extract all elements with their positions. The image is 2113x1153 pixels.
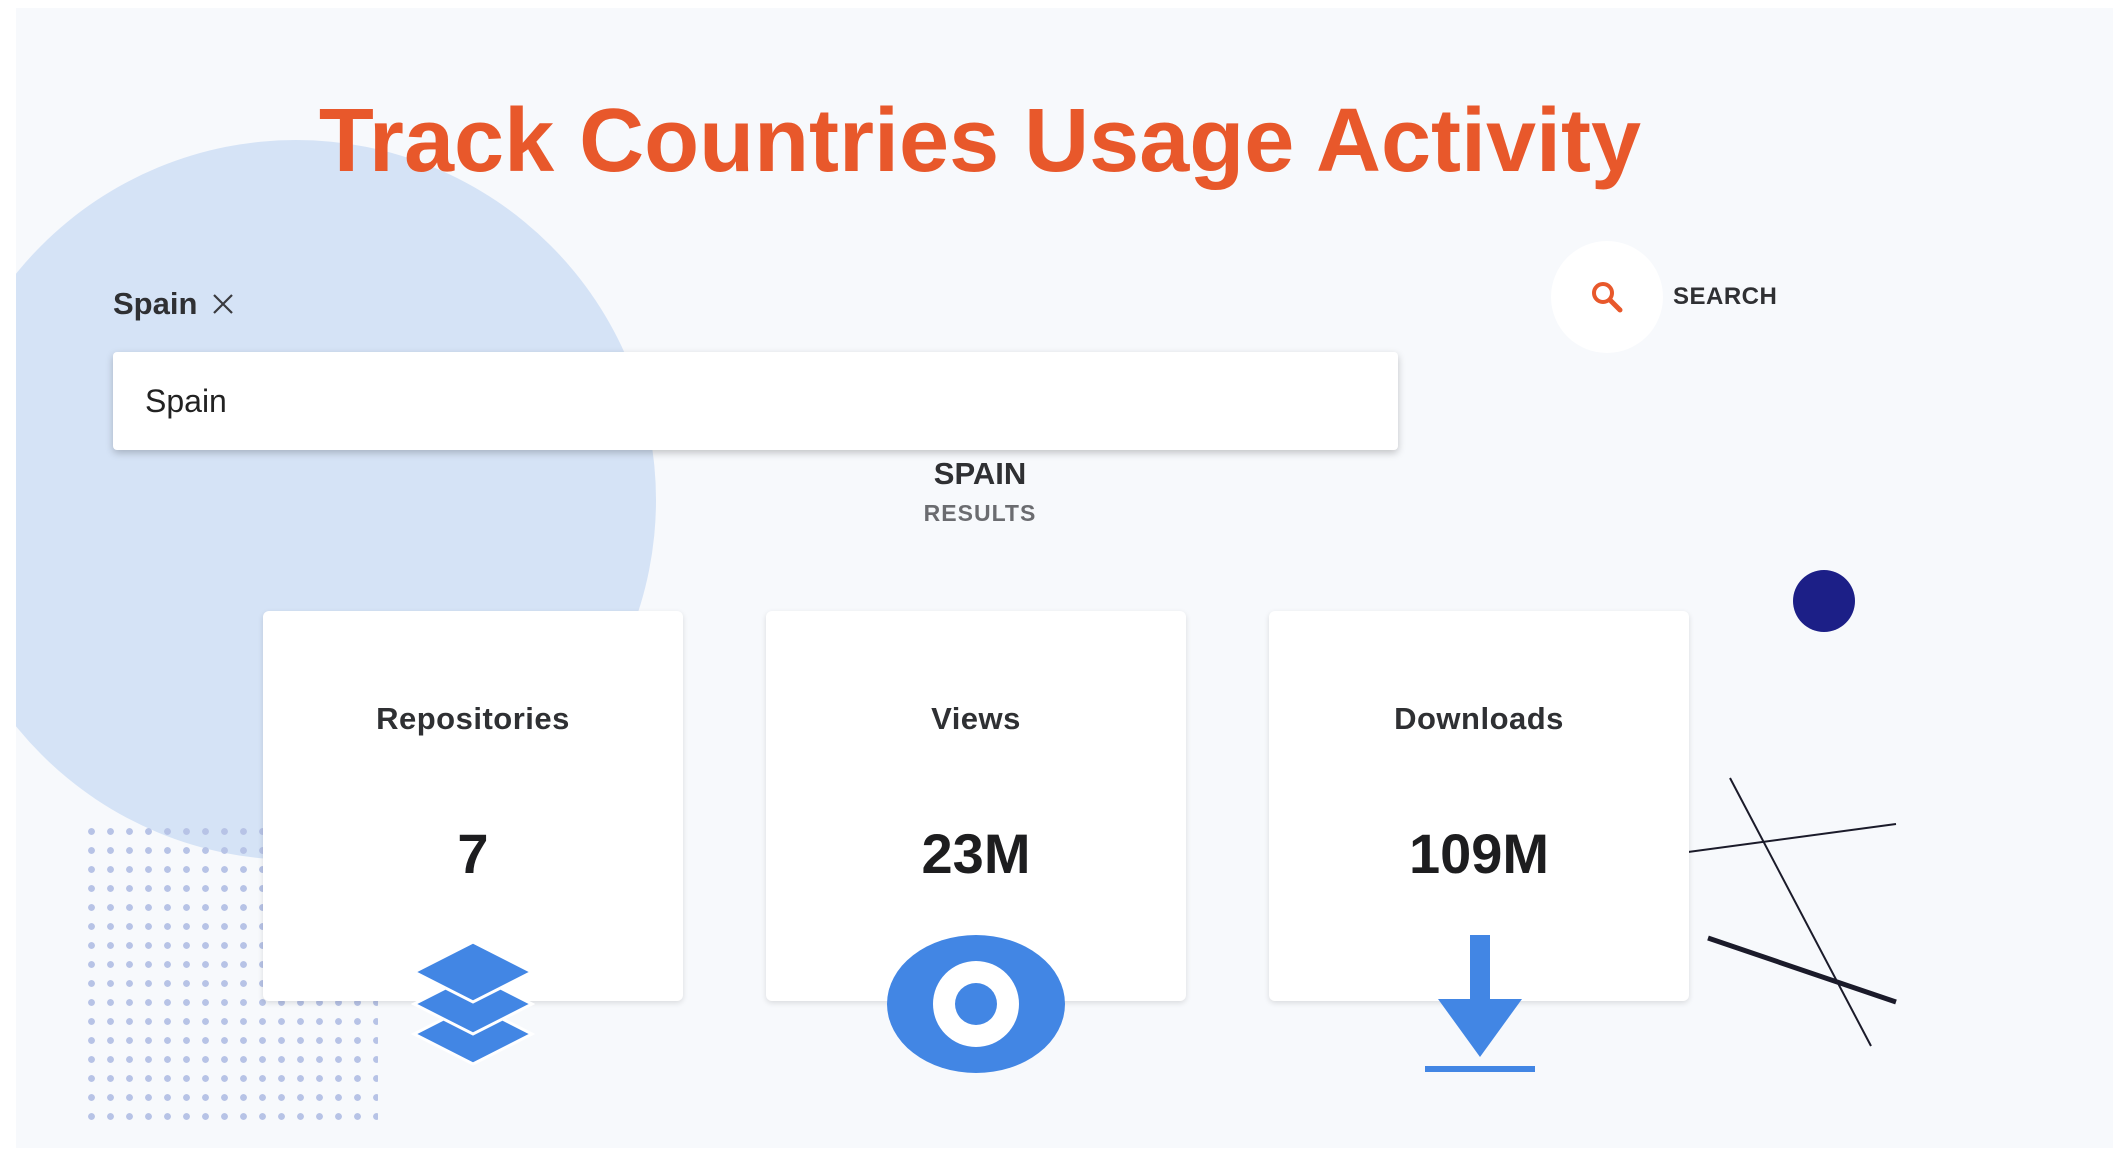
page-title: Track Countries Usage Activity <box>318 91 1642 191</box>
card-value: 109M <box>1408 822 1550 885</box>
decorative-lines <box>1688 777 1897 1047</box>
card-label: Views <box>931 701 1021 736</box>
search-icon <box>1592 282 1623 313</box>
card-label: Downloads <box>1394 701 1564 736</box>
card-value: 7 <box>457 822 489 885</box>
eye-icon <box>887 935 1065 1073</box>
page-root: Track Countries Usage Activity Spain SEA… <box>16 8 2113 1148</box>
close-icon[interactable] <box>211 292 235 316</box>
card-label: Repositories <box>376 701 570 736</box>
card-value: 23M <box>921 822 1031 885</box>
layers-icon <box>410 940 536 1066</box>
navy-dot-decoration <box>1793 570 1855 632</box>
selected-country-chip: Spain <box>113 286 235 322</box>
download-icon <box>1425 935 1535 1072</box>
chip-label: Spain <box>113 286 198 321</box>
search-button[interactable]: SEARCH <box>1551 241 1777 353</box>
results-subtitle: RESULTS <box>923 500 1037 526</box>
search-button-label[interactable]: SEARCH <box>1673 283 1777 311</box>
country-search-input[interactable] <box>113 352 1398 450</box>
results-country: SPAIN <box>933 456 1027 491</box>
search-icon-circle[interactable] <box>1551 241 1663 353</box>
